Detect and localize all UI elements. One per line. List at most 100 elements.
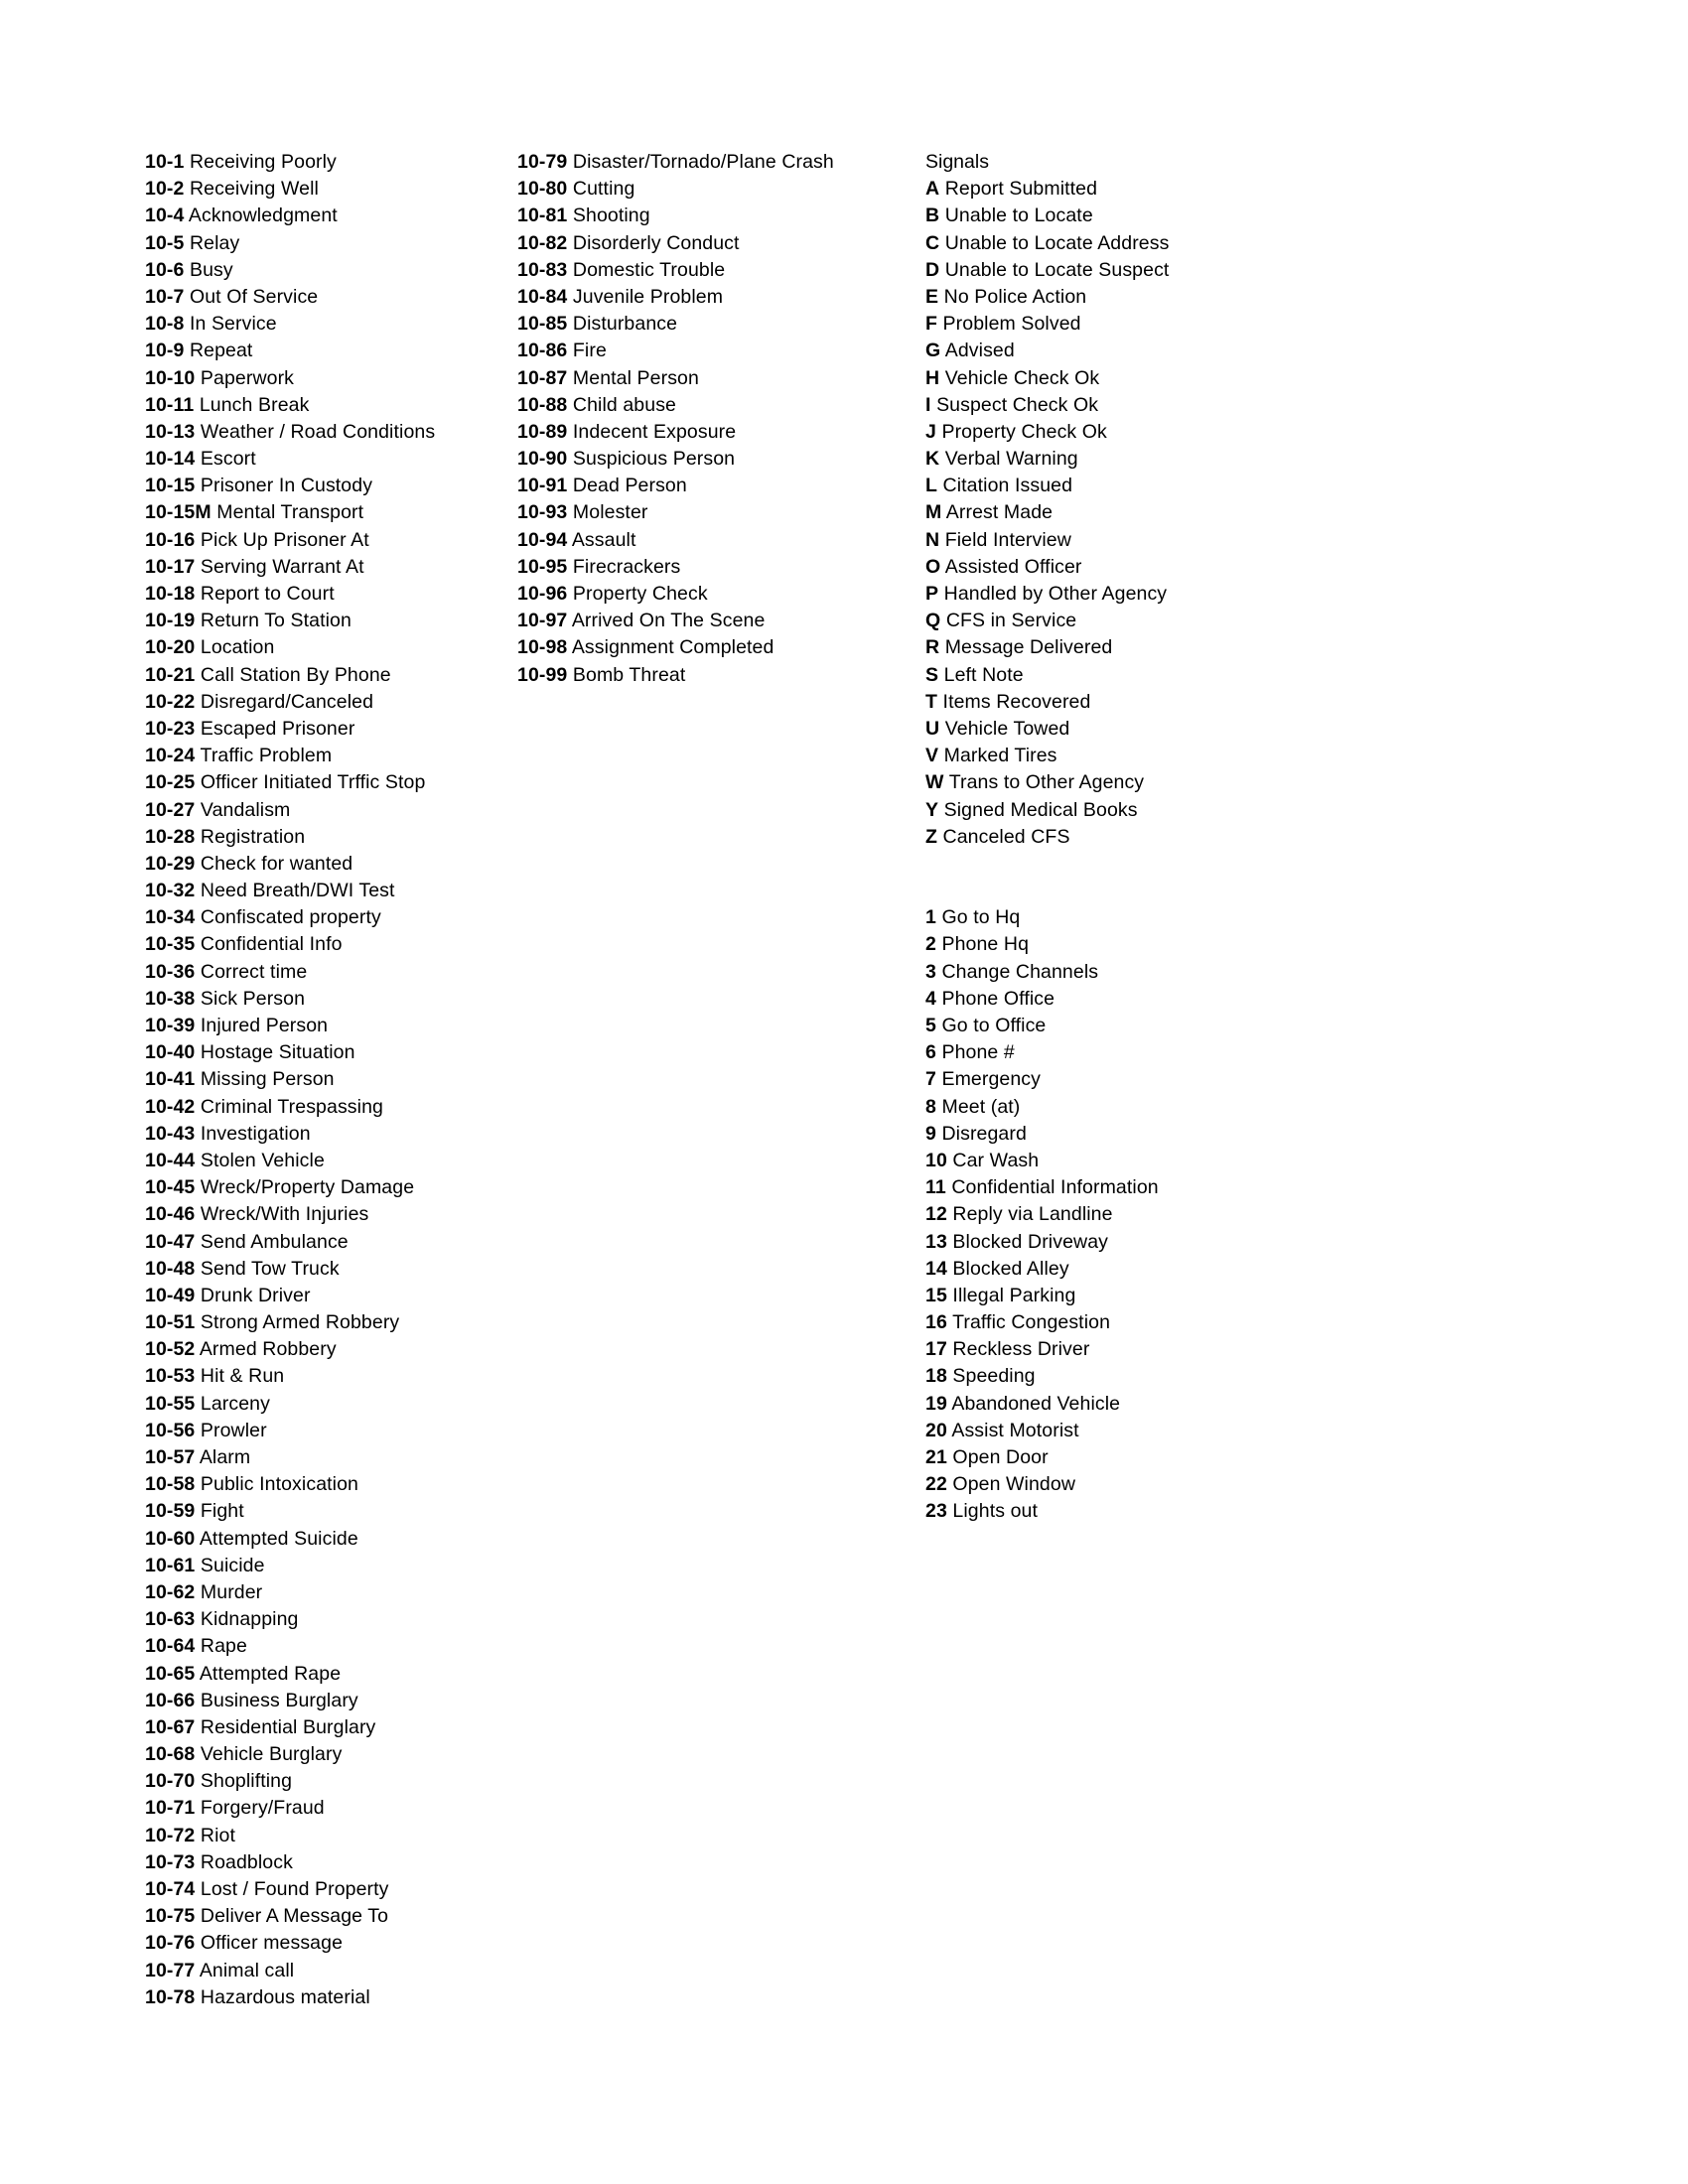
code-entry: 10-65 Attempted Rape xyxy=(145,1661,435,1688)
entry-label: Attempted Rape xyxy=(199,1662,342,1685)
entry-label: Deliver A Message To xyxy=(200,1905,389,1928)
entry-code: 12 xyxy=(925,1203,947,1226)
entry-code: 10-2 xyxy=(145,178,185,201)
entry-label: In Service xyxy=(189,313,277,336)
entry-code: 10-72 xyxy=(145,1824,196,1846)
entry-label: Hazardous material xyxy=(200,1985,370,2008)
entry-code: 10-77 xyxy=(145,1959,196,1981)
entry-label: Call Station By Phone xyxy=(200,663,391,686)
entry-code: S xyxy=(925,663,939,686)
entry-label: Drunk Driver xyxy=(200,1284,311,1306)
code-entry: 10-28 Registration xyxy=(145,824,435,851)
entry-code: 6 xyxy=(925,1041,936,1064)
entry-code: 10-94 xyxy=(517,528,568,551)
code-entry: 10-72 Riot xyxy=(145,1823,435,1849)
code-entry: 10-52 Armed Robbery xyxy=(145,1336,435,1363)
entry-label: Open Door xyxy=(952,1446,1049,1469)
entry-label: Molester xyxy=(572,501,648,524)
entry-code: 10-9 xyxy=(145,340,185,362)
entry-label: Property Check xyxy=(572,583,708,605)
entry-label: Disaster/Tornado/Plane Crash xyxy=(572,151,834,173)
entry-code: N xyxy=(925,528,940,551)
entry-label: Vehicle Towed xyxy=(944,717,1070,740)
entry-code: 10-56 xyxy=(145,1419,196,1441)
entry-code: E xyxy=(925,285,939,308)
entry-label: Fight xyxy=(200,1500,244,1523)
signals-heading: Signals xyxy=(925,151,989,173)
entry-code: 10-10 xyxy=(145,366,196,389)
entry-label: Pick Up Prisoner At xyxy=(200,528,369,551)
code-entry: 10-82 Disorderly Conduct xyxy=(517,230,834,257)
entry-code: 11 xyxy=(925,1176,946,1199)
signals-section-spacer xyxy=(925,851,1169,904)
entry-label: Go to Office xyxy=(941,1015,1047,1037)
entry-label: Report Submitted xyxy=(944,178,1098,201)
entry-code: 10-96 xyxy=(517,583,568,605)
entry-code: 10-42 xyxy=(145,1095,196,1118)
column-ten-codes-middle: 10-79 Disaster/Tornado/Plane Crash 10-80 … xyxy=(517,149,834,689)
entry-label: Field Interview xyxy=(944,528,1071,551)
entry-code: 10-57 xyxy=(145,1446,196,1468)
entry-code: 1 xyxy=(925,906,936,929)
entry-code: 10-71 xyxy=(145,1797,196,1820)
entry-label: Reckless Driver xyxy=(952,1338,1090,1361)
code-entry: 10-13 Weather / Road Conditions xyxy=(145,419,435,446)
entry-label: Lost / Found Property xyxy=(200,1878,389,1900)
entry-code: 10-44 xyxy=(145,1149,196,1171)
entry-label: Busy xyxy=(189,258,233,281)
entry-code: 10-93 xyxy=(517,501,568,524)
entry-label: Out Of Service xyxy=(189,285,319,308)
entry-label: Message Delivered xyxy=(944,636,1113,659)
entry-label: Illegal Parking xyxy=(952,1284,1076,1306)
signals-letter-list: A Report Submitted B Unable to Locate C Un… xyxy=(925,176,1169,851)
code-entry: 5 Go to Office xyxy=(925,1013,1169,1039)
code-entry: N Field Interview xyxy=(925,527,1169,554)
entry-label: Hit & Run xyxy=(200,1365,285,1388)
entry-label: Mental Transport xyxy=(216,501,364,524)
entry-code: 5 xyxy=(925,1015,936,1037)
code-entry: 10-8 In Service xyxy=(145,311,435,338)
code-entry: H Vehicle Check Ok xyxy=(925,365,1169,392)
entry-label: Forgery/Fraud xyxy=(200,1797,325,1820)
code-entry: 10-83 Domestic Trouble xyxy=(517,257,834,284)
entry-code: 15 xyxy=(925,1284,947,1306)
code-entry: 10-1 Receiving Poorly xyxy=(145,149,435,176)
entry-label: Cutting xyxy=(572,178,635,201)
code-entry: 10-63 Kidnapping xyxy=(145,1606,435,1633)
entry-label: Murder xyxy=(200,1580,263,1603)
code-entry: C Unable to Locate Address xyxy=(925,230,1169,257)
entry-code: 23 xyxy=(925,1500,947,1523)
entry-label: Mental Person xyxy=(572,366,699,389)
entry-label: Acknowledgment xyxy=(188,205,338,227)
entry-label: Signed Medical Books xyxy=(943,798,1138,821)
code-entry: K Verbal Warning xyxy=(925,446,1169,473)
code-entry: T Items Recovered xyxy=(925,689,1169,716)
entry-code: F xyxy=(925,313,938,336)
entry-code: 10-25 xyxy=(145,771,196,794)
code-entry: 10-5 Relay xyxy=(145,230,435,257)
code-entry: 10-91 Dead Person xyxy=(517,473,834,499)
code-entry: 10-96 Property Check xyxy=(517,581,834,608)
code-entry: Q CFS in Service xyxy=(925,608,1169,634)
entry-code: B xyxy=(925,205,940,227)
entry-code: 10-40 xyxy=(145,1041,196,1064)
entry-code: 10-20 xyxy=(145,636,196,659)
code-entry: 14 Blocked Alley xyxy=(925,1256,1169,1283)
entry-label: Armed Robbery xyxy=(199,1338,337,1361)
entry-code: 10-39 xyxy=(145,1015,196,1036)
entry-label: Confiscated property xyxy=(200,906,381,929)
entry-label: Correct time xyxy=(200,960,308,983)
entry-code: 10-65 xyxy=(145,1662,196,1685)
code-entry: 10-90 Suspicious Person xyxy=(517,446,834,473)
code-entry: 10-55 Larceny xyxy=(145,1391,435,1418)
entry-label: Advised xyxy=(944,340,1015,362)
entry-code: 14 xyxy=(925,1257,947,1280)
entry-label: Vehicle Check Ok xyxy=(944,366,1100,389)
entry-code: 10-62 xyxy=(145,1580,196,1603)
entry-label: Alarm xyxy=(199,1446,251,1468)
entry-code: 10-66 xyxy=(145,1689,196,1711)
entry-code: 10-98 xyxy=(517,636,568,659)
signals-number-list: 1 Go to Hq 2 Phone Hq 3 Change Channels 4 P… xyxy=(925,904,1169,1525)
entry-code: P xyxy=(925,583,939,605)
code-entry: 10-25 Officer Initiated Trffic Stop xyxy=(145,769,435,796)
